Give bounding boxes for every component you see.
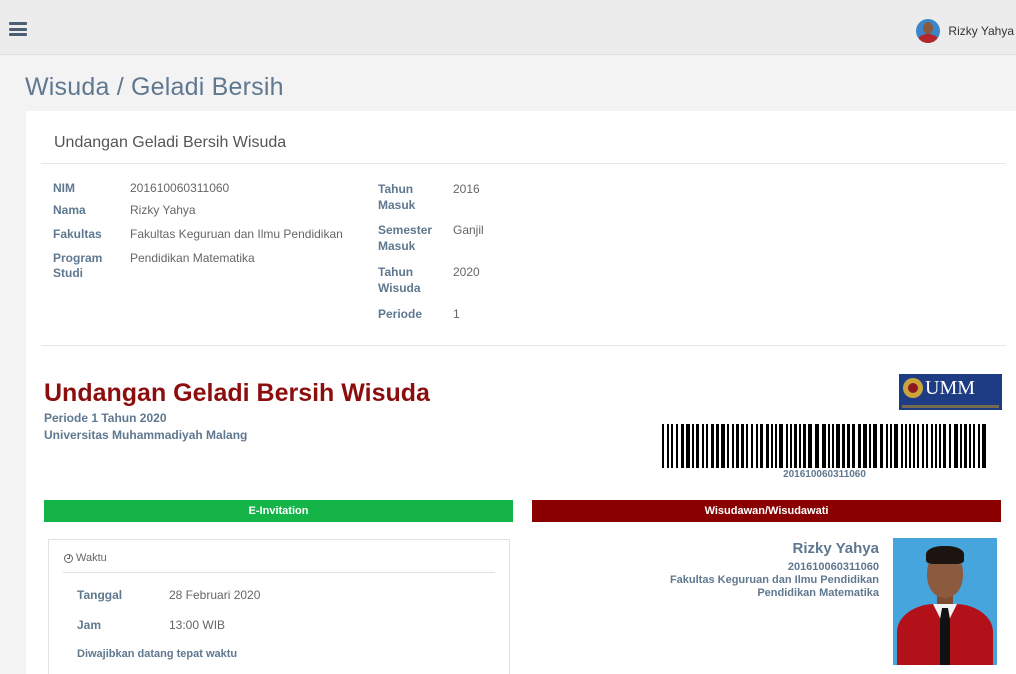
divider <box>41 163 1006 164</box>
graduate-name: Rizky Yahya <box>792 540 879 557</box>
graduate-photo <box>893 538 997 665</box>
clock-icon <box>64 553 73 563</box>
schedule-label: Jam <box>77 618 102 632</box>
schedule-label: Tanggal <box>77 588 123 602</box>
info-row-program-studi: Program Studi Pendidikan Matematika <box>53 251 343 281</box>
divider <box>41 345 1006 346</box>
barcode-number: 201610060311060 <box>783 469 866 480</box>
info-label: Fakultas <box>53 227 102 241</box>
umm-logo: UMM <box>899 374 1002 410</box>
info-row-periode: Periode 1 <box>378 306 484 322</box>
main-panel: Undangan Geladi Bersih Wisuda NIM 201610… <box>26 111 1016 674</box>
user-menu[interactable]: Rizky Yahya <box>916 19 1016 43</box>
info-label: NIM <box>53 181 75 195</box>
logo-text: UMM <box>925 377 976 399</box>
info-value: 2020 <box>453 265 480 279</box>
student-info-right: Tahun Masuk 2016 Semester Masuk Ganjil T… <box>378 181 484 322</box>
schedule-heading-label: Waktu <box>76 552 107 564</box>
graduate-info: Rizky Yahya 201610060311060 Fakultas Keg… <box>670 540 879 600</box>
info-row-nim: NIM 201610060311060 <box>53 181 343 203</box>
info-row-fakultas: Fakultas Fakultas Keguruan dan Ilmu Pend… <box>53 227 343 251</box>
schedule-value: 13:00 WIB <box>169 618 226 632</box>
panel-title: Undangan Geladi Bersih Wisuda <box>54 134 287 151</box>
info-value: Fakultas Keguruan dan Ilmu Pendidikan <box>130 227 343 241</box>
top-navbar: Rizky Yahya <box>0 0 1016 55</box>
info-label: Periode <box>378 307 423 321</box>
graduate-band: Wisudawan/Wisudawati <box>532 500 1001 522</box>
schedule-row-tanggal: Tanggal 28 Februari 2020 <box>77 588 260 602</box>
e-invitation-band: E-Invitation <box>44 500 513 522</box>
info-row-nama: Nama Rizky Yahya <box>53 203 343 227</box>
info-label: Nama <box>53 203 86 217</box>
avatar <box>916 19 941 43</box>
info-label: Program Studi <box>53 251 103 280</box>
invitation-title: Undangan Geladi Bersih Wisuda <box>44 379 430 407</box>
info-row-semester-masuk: Semester Masuk Ganjil <box>378 222 484 264</box>
graduate-program: Pendidikan Matematika <box>757 587 879 599</box>
schedule-value: 28 Februari 2020 <box>169 588 261 602</box>
schedule-row-jam: Jam 13:00 WIB <box>77 618 225 632</box>
info-value: Pendidikan Matematika <box>130 251 255 265</box>
info-label: Tahun Masuk <box>378 182 416 212</box>
info-row-tahun-wisuda: Tahun Wisuda 2020 <box>378 264 484 306</box>
info-value: Rizky Yahya <box>130 203 196 217</box>
info-value: 201610060311060 <box>130 181 230 195</box>
info-label: Semester Masuk <box>378 223 433 253</box>
student-info-left: NIM 201610060311060 Nama Rizky Yahya Fak… <box>53 181 343 281</box>
schedule-note: Diwajibkan datang tepat waktu <box>77 648 238 660</box>
schedule-heading: Waktu <box>64 552 107 564</box>
graduate-nim: 201610060311060 <box>787 561 879 573</box>
info-label: Tahun Wisuda <box>378 265 421 295</box>
hamburger-menu-icon[interactable] <box>9 22 27 36</box>
university-emblem-icon <box>903 378 923 398</box>
info-value: Ganjil <box>453 223 484 237</box>
user-name: Rizky Yahya <box>948 24 1014 38</box>
invitation-university: Universitas Muhammadiyah Malang <box>44 428 248 442</box>
info-value: 1 <box>453 307 460 321</box>
barcode <box>662 424 986 468</box>
invitation-period: Periode 1 Tahun 2020 <box>44 411 167 425</box>
graduate-faculty: Fakultas Keguruan dan Ilmu Pendidikan <box>669 574 879 586</box>
page-title: Wisuda / Geladi Bersih <box>25 73 284 101</box>
schedule-card: Waktu Tanggal 28 Februari 2020 Jam 13:00… <box>48 539 510 674</box>
info-value: 2016 <box>453 182 480 196</box>
info-row-tahun-masuk: Tahun Masuk 2016 <box>378 181 484 222</box>
divider <box>63 572 495 573</box>
